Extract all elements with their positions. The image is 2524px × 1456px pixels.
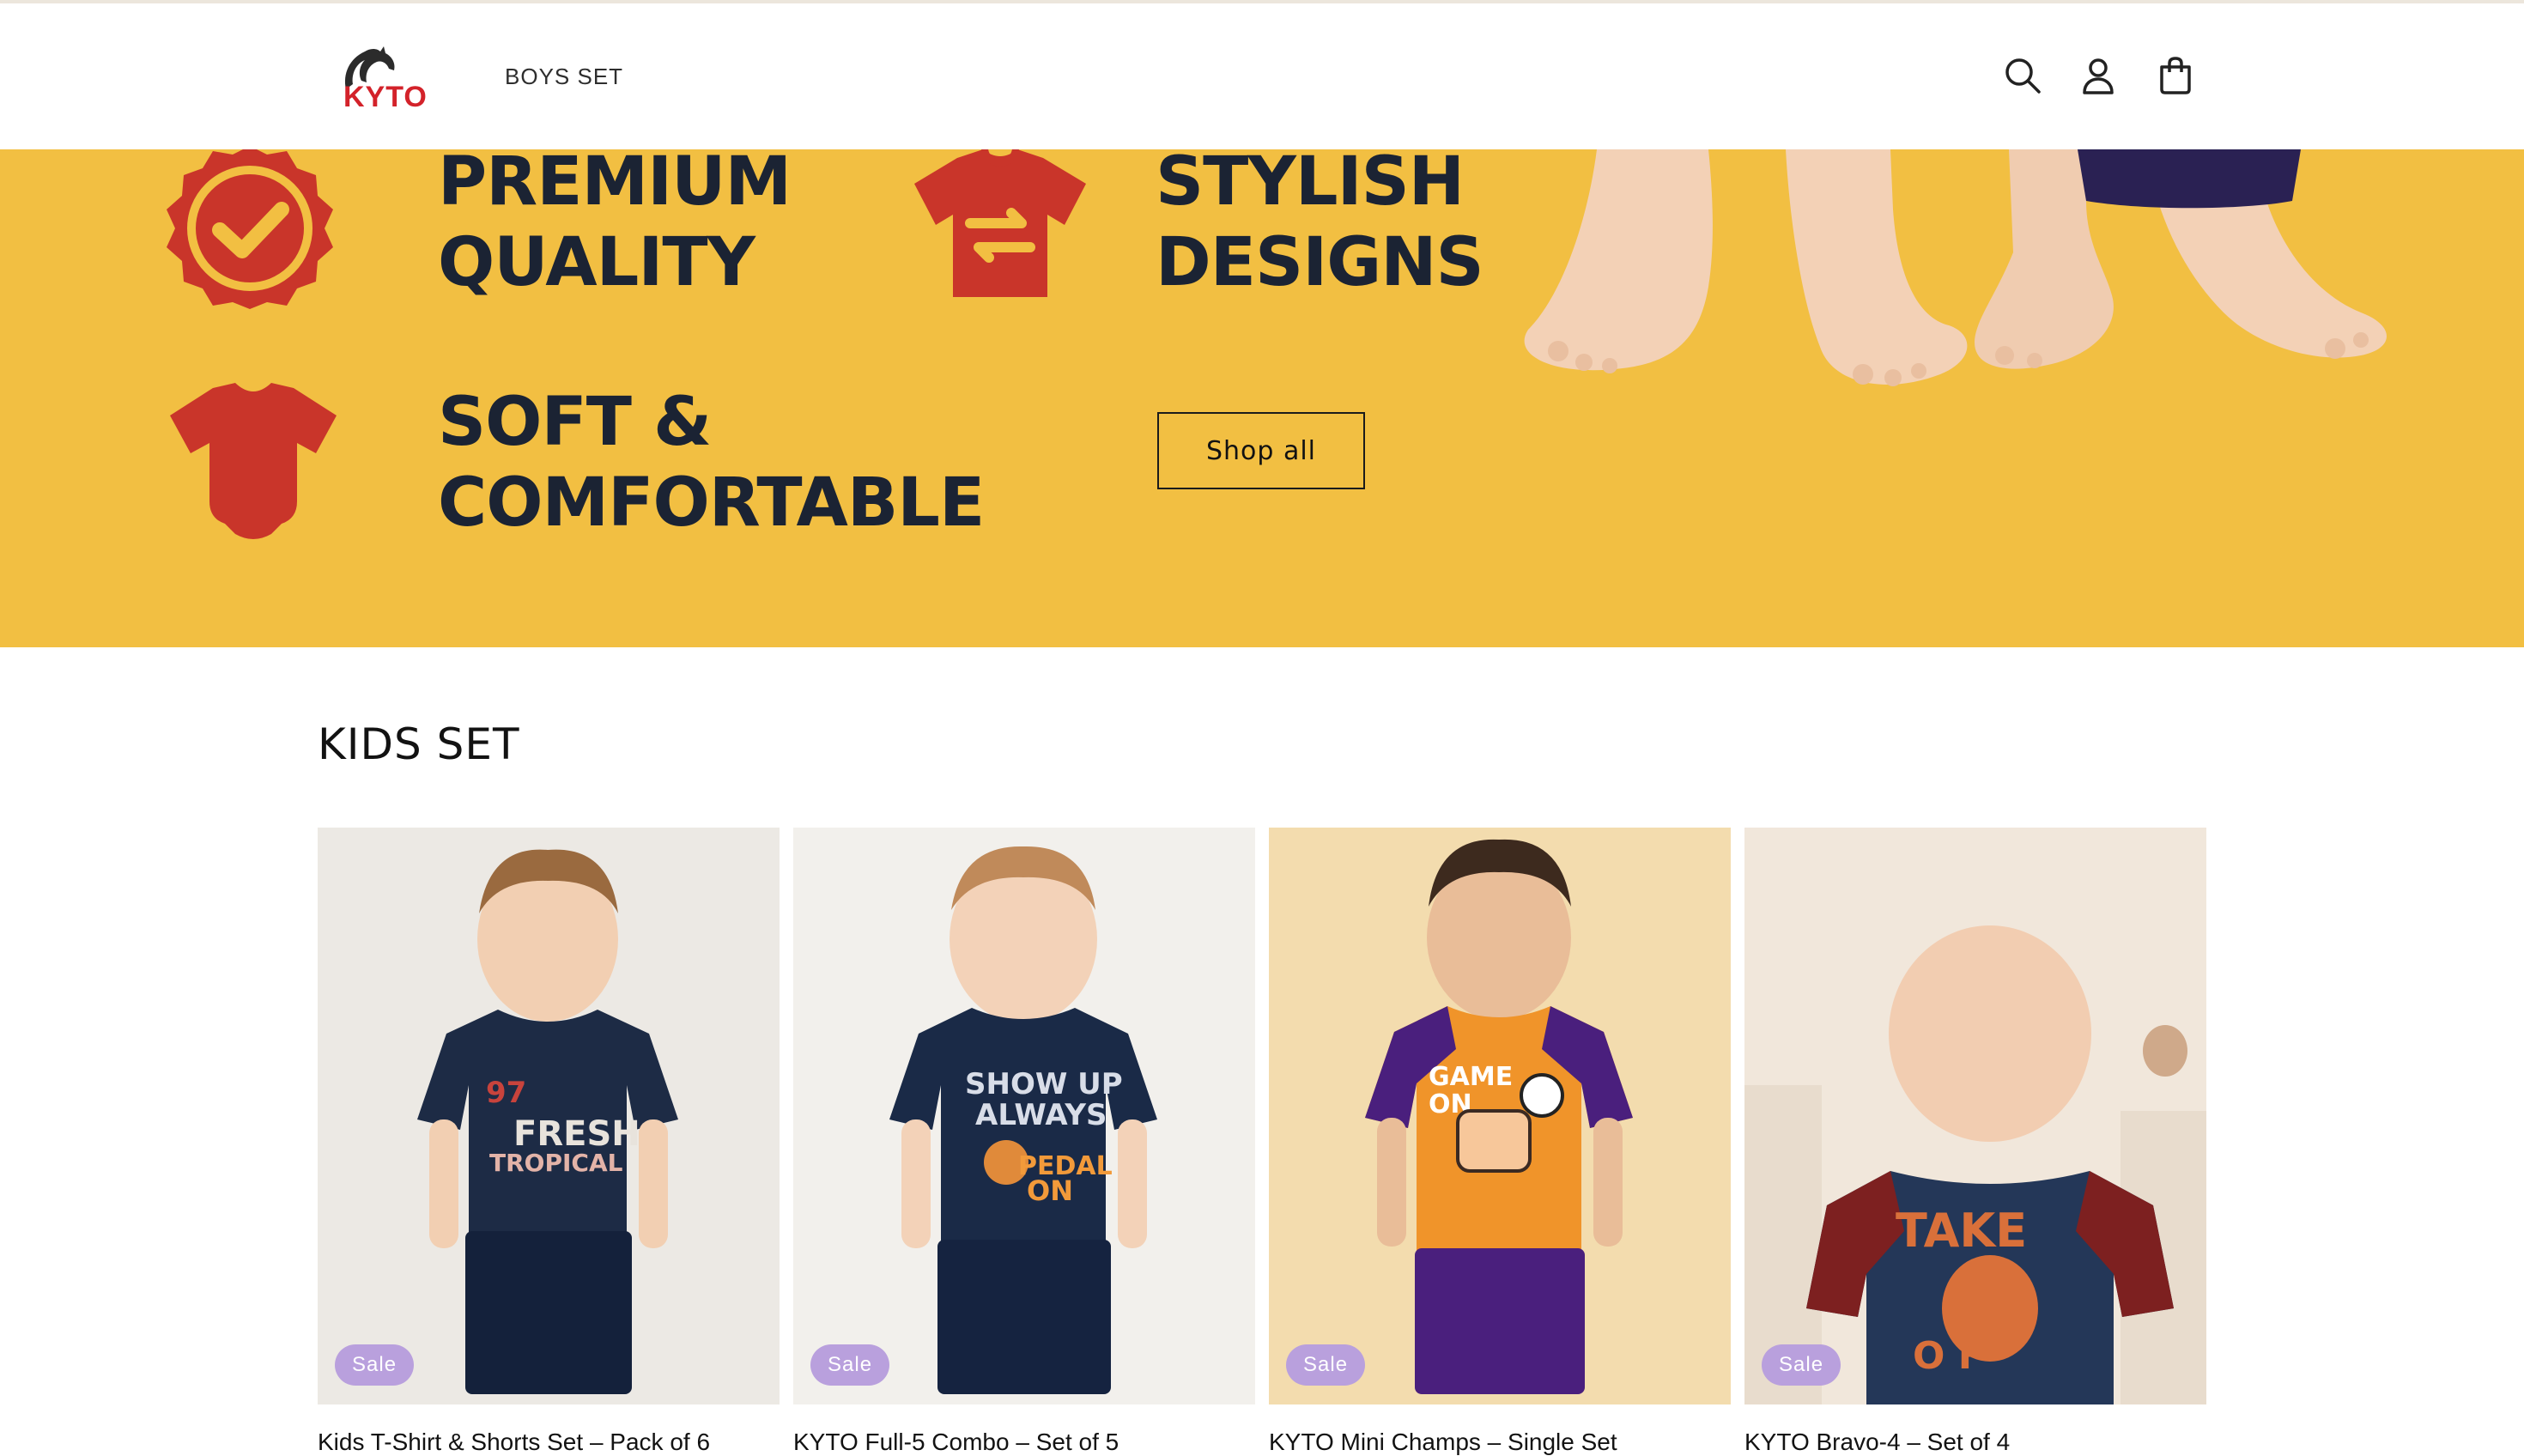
product-title[interactable]: KYTO Full-5 Combo – Set of 5 bbox=[793, 1429, 1240, 1456]
feature-stylish-line2: DESIGNS bbox=[1156, 224, 1484, 301]
tshirt-swap-icon bbox=[914, 149, 1086, 297]
product-title[interactable]: KYTO Mini Champs – Single Set bbox=[1269, 1429, 1715, 1456]
product-card[interactable]: TAKE O F Sale bbox=[1744, 828, 2206, 1404]
product-image: TAKE O F bbox=[1744, 828, 2206, 1404]
onesie-icon bbox=[170, 383, 337, 539]
svg-text:TAKE: TAKE bbox=[1896, 1204, 2027, 1258]
sale-badge: Sale bbox=[335, 1344, 415, 1386]
product-image: GAME ON bbox=[1269, 828, 1731, 1404]
feature-premium-line1: PREMIUM bbox=[438, 149, 792, 221]
product-card[interactable]: 97 FRESH TROPICAL Sale bbox=[318, 828, 780, 1404]
product-card[interactable]: GAME ON Sale bbox=[1269, 828, 1731, 1404]
logo-text: KYTO bbox=[343, 81, 428, 113]
svg-text:SHOW UP: SHOW UP bbox=[965, 1067, 1123, 1101]
site-header: KYTO BOYS SET bbox=[0, 3, 2524, 149]
svg-text:97: 97 bbox=[486, 1076, 526, 1110]
product-card[interactable]: SHOW UP ALWAYS PEDAL ON Sale bbox=[793, 828, 1255, 1404]
feature-premium-line2: QUALITY bbox=[438, 224, 755, 301]
baby-feet-image bbox=[1524, 149, 2387, 386]
sale-badge: Sale bbox=[1762, 1344, 1841, 1386]
collection-title: KIDS SET bbox=[318, 719, 520, 769]
feature-stylish-line1: STYLISH bbox=[1156, 149, 1465, 221]
sale-badge: Sale bbox=[1286, 1344, 1366, 1386]
hero-banner: PREMIUM QUALITY STYLISH DESIGNS SOFT & C… bbox=[0, 149, 2524, 647]
svg-text:GAME: GAME bbox=[1429, 1062, 1513, 1092]
svg-text:ALWAYS: ALWAYS bbox=[975, 1098, 1107, 1132]
cart-icon[interactable] bbox=[2155, 55, 2196, 96]
shop-all-button[interactable]: Shop all bbox=[1157, 412, 1365, 489]
svg-text:O F: O F bbox=[1913, 1334, 1984, 1378]
svg-text:TROPICAL: TROPICAL bbox=[489, 1149, 623, 1177]
nav-boys-set[interactable]: BOYS SET bbox=[505, 64, 623, 90]
product-image: SHOW UP ALWAYS PEDAL ON bbox=[793, 828, 1255, 1404]
product-title[interactable]: KYTO Bravo-4 – Set of 4 bbox=[1744, 1429, 2191, 1456]
feature-soft-line1: SOFT & bbox=[438, 384, 712, 461]
account-icon[interactable] bbox=[2078, 55, 2119, 96]
search-icon[interactable] bbox=[2002, 55, 2043, 96]
product-image: 97 FRESH TROPICAL bbox=[318, 828, 780, 1404]
check-badge-icon bbox=[167, 149, 333, 309]
sale-badge: Sale bbox=[810, 1344, 890, 1386]
feature-soft-line2: COMFORTABLE bbox=[438, 464, 985, 542]
product-title[interactable]: Kids T-Shirt & Shorts Set – Pack of 6 bbox=[318, 1429, 764, 1456]
svg-text:ON: ON bbox=[1027, 1174, 1073, 1207]
